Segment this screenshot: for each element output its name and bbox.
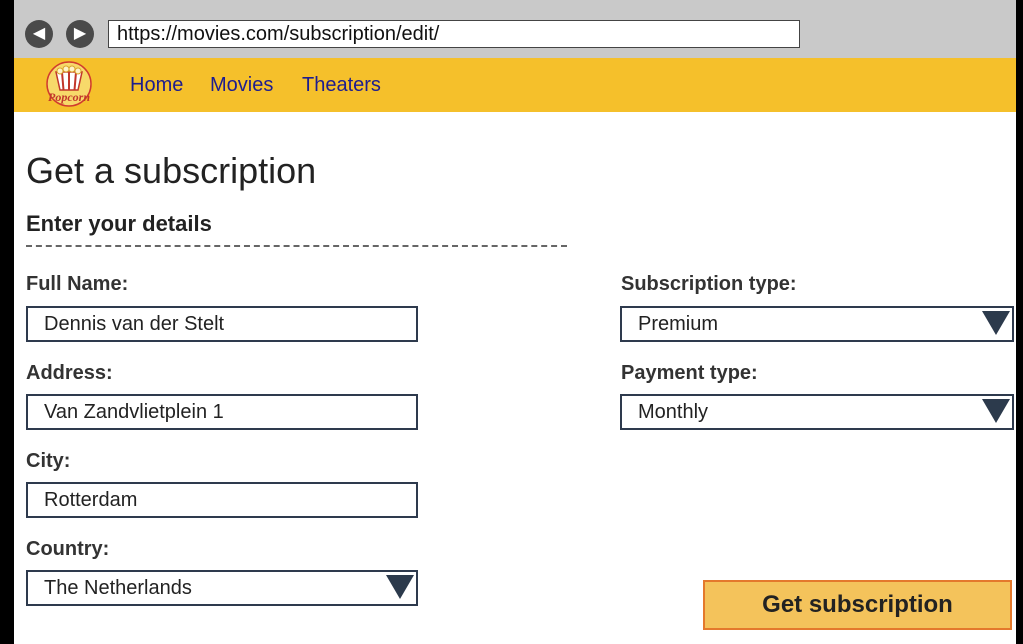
city-label: City:	[26, 450, 71, 472]
nav-link-home[interactable]: Home	[130, 74, 183, 97]
address-label: Address:	[26, 362, 113, 384]
full-name-input[interactable]: Dennis van der Stelt	[26, 306, 418, 342]
country-select[interactable]: The Netherlands	[26, 570, 418, 606]
forward-arrow-icon[interactable]: ▶	[66, 20, 94, 48]
address-bar[interactable]: https://movies.com/subscription/edit/	[108, 20, 800, 48]
dropdown-triangle-icon[interactable]	[982, 399, 1010, 423]
back-arrow-icon[interactable]: ◀	[25, 20, 53, 48]
subscription-type-select[interactable]: Premium	[620, 306, 1014, 342]
subscription-type-label: Subscription type:	[621, 273, 797, 295]
popcorn-logo[interactable]: Popcorn	[38, 60, 100, 108]
nav-link-theaters[interactable]: Theaters	[302, 74, 381, 97]
get-subscription-button[interactable]: Get subscription	[703, 580, 1012, 630]
dropdown-triangle-icon[interactable]	[982, 311, 1010, 335]
section-divider	[26, 245, 567, 247]
subscription-type-value: Premium	[638, 313, 719, 335]
country-select-value: The Netherlands	[44, 577, 192, 599]
browser-toolbar: ◀ ▶ https://movies.com/subscription/edit…	[14, 0, 1016, 58]
full-name-label: Full Name:	[26, 273, 129, 295]
site-navbar: Popcorn Home Movies Theaters	[14, 58, 1016, 112]
country-label: Country:	[26, 538, 110, 560]
payment-type-value: Monthly	[638, 401, 709, 423]
dropdown-triangle-icon[interactable]	[386, 575, 414, 599]
nav-link-movies[interactable]: Movies	[210, 74, 273, 97]
payment-type-select[interactable]: Monthly	[620, 394, 1014, 430]
page-title: Get a subscription	[26, 150, 317, 191]
payment-type-label: Payment type:	[621, 362, 758, 384]
browser-window: ◀ ▶ https://movies.com/subscription/edit…	[14, 0, 1016, 644]
logo-text: Popcorn	[48, 90, 90, 104]
section-title: Enter your details	[26, 211, 212, 236]
city-input[interactable]: Rotterdam	[26, 482, 418, 518]
address-input[interactable]: Van Zandvlietplein 1	[26, 394, 418, 430]
